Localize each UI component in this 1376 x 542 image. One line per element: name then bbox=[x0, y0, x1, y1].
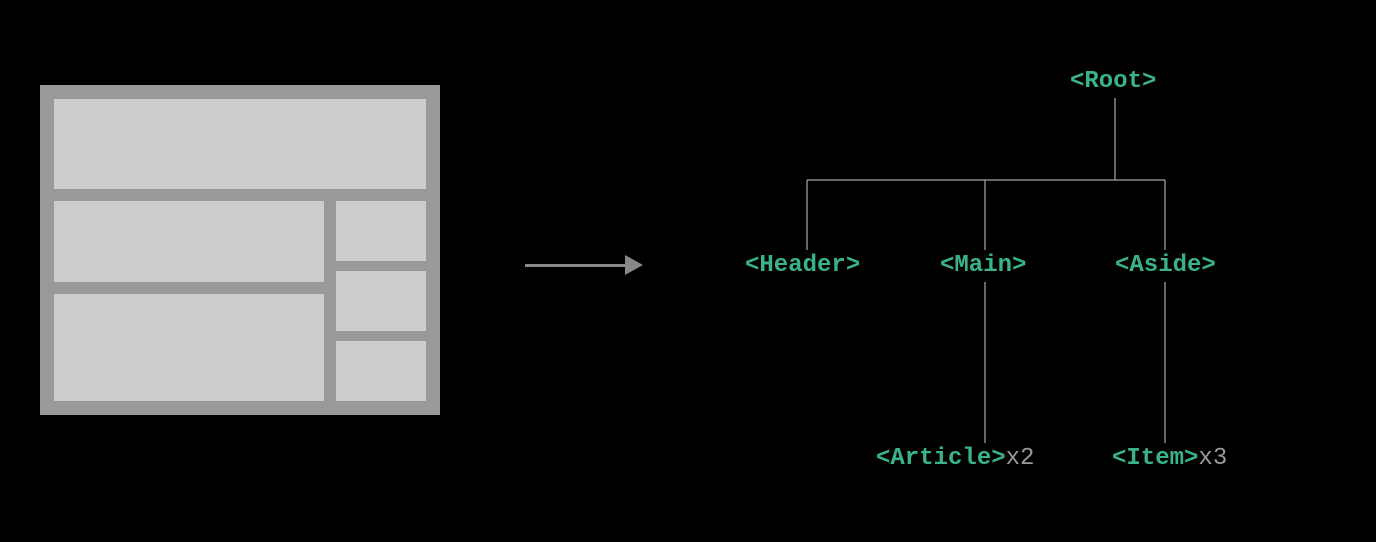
component-tree: <Root> <Header> <Main> <Aside> <Article>… bbox=[720, 60, 1340, 480]
wireframe-aside-column bbox=[336, 201, 426, 401]
wireframe-main-column bbox=[54, 201, 324, 401]
tree-node-main: <Main> bbox=[940, 252, 1026, 279]
tree-node-article-tag: <Article> bbox=[876, 445, 1006, 472]
tree-node-item: <Item>x3 bbox=[1112, 445, 1227, 472]
tree-node-item-count: x3 bbox=[1198, 445, 1227, 472]
tree-node-article-count: x2 bbox=[1006, 445, 1035, 472]
arrow-icon bbox=[525, 250, 650, 280]
tree-node-aside: <Aside> bbox=[1115, 252, 1216, 279]
wireframe-article-block bbox=[54, 201, 324, 282]
tree-node-article: <Article>x2 bbox=[876, 445, 1034, 472]
wireframe-item-block bbox=[336, 341, 426, 401]
tree-node-header: <Header> bbox=[745, 252, 860, 279]
wireframe-article-block bbox=[54, 294, 324, 401]
wireframe-item-block bbox=[336, 271, 426, 331]
wireframe-item-block bbox=[336, 201, 426, 261]
tree-node-root: <Root> bbox=[1070, 68, 1156, 95]
tree-node-item-tag: <Item> bbox=[1112, 445, 1198, 472]
wireframe-layout bbox=[40, 85, 440, 415]
wireframe-header-block bbox=[54, 99, 426, 189]
